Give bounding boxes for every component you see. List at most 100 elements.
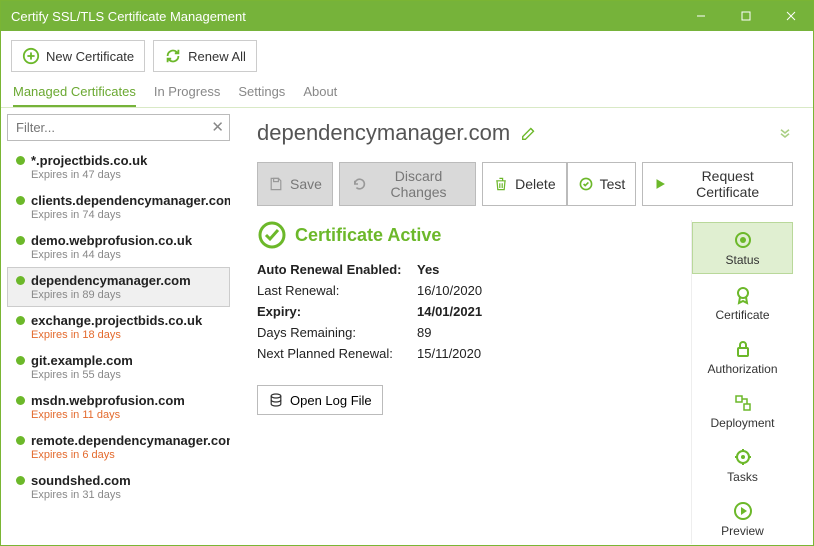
filter-input[interactable] (7, 114, 230, 141)
cert-name: clients.dependencymanager.com (31, 193, 230, 208)
tab-in-progress[interactable]: In Progress (154, 80, 220, 107)
save-button[interactable]: Save (257, 162, 333, 206)
filter-container: ✕ (7, 114, 230, 141)
sidenav-label: Status (725, 253, 759, 267)
cert-name: exchange.projectbids.co.uk (31, 313, 202, 328)
cert-expiry: Expires in 74 days (31, 209, 227, 221)
cert-expiry: Expires in 47 days (31, 169, 227, 181)
details-table: Auto Renewal Enabled:Yes Last Renewal:16/… (257, 262, 683, 361)
toolbar: New Certificate Renew All (1, 31, 813, 80)
cert-name: msdn.webprofusion.com (31, 393, 185, 408)
detail-value: Yes (417, 262, 577, 277)
certificate-list: *.projectbids.co.ukExpires in 47 dayscli… (7, 147, 230, 507)
window-controls (678, 1, 813, 31)
cert-item[interactable]: demo.webprofusion.co.ukExpires in 44 day… (7, 227, 230, 267)
sidenav-label: Deployment (710, 416, 774, 430)
renew-all-label: Renew All (188, 49, 246, 64)
sidenav-label: Authorization (707, 362, 777, 376)
minimize-button[interactable] (678, 1, 723, 31)
new-certificate-label: New Certificate (46, 49, 134, 64)
detail-row: Days Remaining:89 (257, 325, 683, 340)
sidenav-label: Tasks (727, 470, 758, 484)
detail-value: 16/10/2020 (417, 283, 577, 298)
sidenav-certificate[interactable]: Certificate (692, 278, 793, 328)
status-text: Certificate Active (295, 225, 441, 246)
tab-settings[interactable]: Settings (238, 80, 285, 107)
sidenav-label: Certificate (715, 308, 769, 322)
chevron-double-down-icon[interactable] (777, 125, 793, 141)
detail-row: Last Renewal:16/10/2020 (257, 283, 683, 298)
certificate-icon (733, 285, 753, 305)
detail-row: Auto Renewal Enabled:Yes (257, 262, 683, 277)
tab-about[interactable]: About (303, 80, 337, 107)
detail-row: Next Planned Renewal:15/11/2020 (257, 346, 683, 361)
edit-icon[interactable] (520, 124, 538, 142)
check-circle-icon (578, 176, 594, 192)
plus-circle-icon (22, 47, 40, 65)
cert-expiry: Expires in 31 days (31, 489, 227, 501)
sidenav-preview[interactable]: Preview (692, 494, 793, 544)
delete-button[interactable]: Delete (482, 162, 566, 206)
cert-expiry: Expires in 89 days (31, 289, 227, 301)
sidenav-status[interactable]: Status (692, 222, 793, 274)
test-button[interactable]: Test (567, 162, 637, 206)
status-dot-icon (16, 396, 25, 405)
deployment-icon (733, 393, 753, 413)
play-icon (653, 177, 667, 191)
cert-item[interactable]: clients.dependencymanager.comExpires in … (7, 187, 230, 227)
discard-button[interactable]: Discard Changes (339, 162, 476, 206)
cert-expiry: Expires in 44 days (31, 249, 227, 261)
detail-pane: dependencymanager.com Save Discard Chang… (233, 108, 813, 545)
sidebar: ✕ *.projectbids.co.ukExpires in 47 daysc… (1, 108, 233, 545)
action-row: Save Discard Changes Delete Test (257, 162, 793, 206)
titlebar: Certify SSL/TLS Certificate Management (1, 1, 813, 31)
status-row: Certificate Active (257, 220, 683, 250)
renew-all-button[interactable]: Renew All (153, 40, 257, 72)
detail-value: 15/11/2020 (417, 346, 577, 361)
close-button[interactable] (768, 1, 813, 31)
authorization-icon (733, 339, 753, 359)
sidenav-label: Preview (721, 524, 764, 538)
cert-name: *.projectbids.co.uk (31, 153, 147, 168)
details: Certificate Active Auto Renewal Enabled:… (257, 220, 683, 544)
request-certificate-button[interactable]: Request Certificate (642, 162, 793, 206)
clear-filter-icon[interactable]: ✕ (211, 118, 224, 136)
cert-item[interactable]: dependencymanager.comExpires in 89 days (7, 267, 230, 307)
cert-name: dependencymanager.com (31, 273, 191, 288)
delete-label: Delete (515, 176, 555, 192)
database-icon (268, 392, 284, 408)
save-icon (268, 176, 284, 192)
sidenav-tasks[interactable]: Tasks (692, 440, 793, 490)
heading: dependencymanager.com (257, 120, 538, 146)
status-dot-icon (16, 356, 25, 365)
content: ✕ *.projectbids.co.ukExpires in 47 daysc… (1, 108, 813, 545)
cert-item[interactable]: soundshed.comExpires in 31 days (7, 467, 230, 507)
status-dot-icon (16, 156, 25, 165)
open-log-file-button[interactable]: Open Log File (257, 385, 383, 415)
tasks-icon (733, 447, 753, 467)
domain-title: dependencymanager.com (257, 120, 510, 146)
sidenav-authorization[interactable]: Authorization (692, 332, 793, 382)
window-title: Certify SSL/TLS Certificate Management (11, 9, 246, 24)
cert-item[interactable]: remote.dependencymanager.comExpires in 6… (7, 427, 230, 467)
detail-label: Auto Renewal Enabled: (257, 262, 417, 277)
cert-expiry: Expires in 18 days (31, 329, 227, 341)
detail-value: 89 (417, 325, 577, 340)
cert-name: soundshed.com (31, 473, 131, 488)
detail-label: Next Planned Renewal: (257, 346, 417, 361)
undo-icon (350, 176, 366, 192)
status-dot-icon (16, 276, 25, 285)
cert-name: git.example.com (31, 353, 133, 368)
maximize-button[interactable] (723, 1, 768, 31)
tab-managed-certificates[interactable]: Managed Certificates (13, 80, 136, 107)
cert-item[interactable]: git.example.comExpires in 55 days (7, 347, 230, 387)
new-certificate-button[interactable]: New Certificate (11, 40, 145, 72)
heading-row: dependencymanager.com (257, 120, 793, 146)
tab-bar: Managed Certificates In Progress Settings A… (1, 80, 813, 108)
sidenav-deployment[interactable]: Deployment (692, 386, 793, 436)
cert-item[interactable]: msdn.webprofusion.comExpires in 11 days (7, 387, 230, 427)
status-icon (733, 230, 753, 250)
cert-item[interactable]: exchange.projectbids.co.ukExpires in 18 … (7, 307, 230, 347)
cert-item[interactable]: *.projectbids.co.ukExpires in 47 days (7, 147, 230, 187)
status-check-icon (257, 220, 287, 250)
